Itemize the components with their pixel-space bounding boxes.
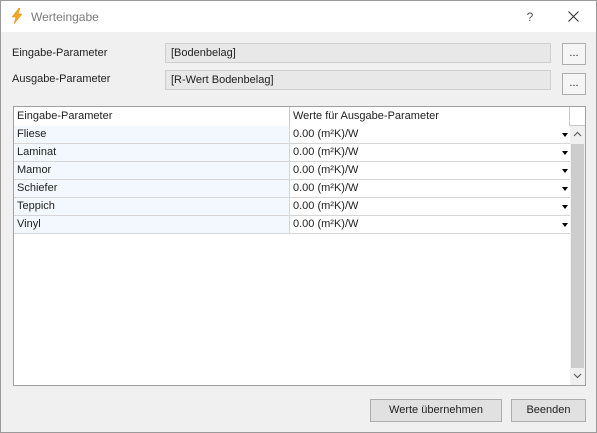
dropdown-arrow-icon[interactable] (562, 133, 568, 137)
table-row: Fliese 0.00 (m²K)/W (14, 126, 570, 144)
value-text: 0.00 (m²K)/W (293, 218, 359, 230)
header-corner (570, 107, 585, 126)
werteingabe-dialog: Werteingabe ? Eingabe-Parameter [Bodenbe… (0, 0, 597, 433)
dropdown-arrow-icon[interactable] (562, 223, 568, 227)
dropdown-arrow-icon[interactable] (562, 187, 568, 191)
input-cell[interactable]: Mamor (14, 162, 290, 180)
quit-button[interactable]: Beenden (511, 399, 586, 422)
scroll-up-button[interactable] (570, 126, 585, 143)
value-dropdown[interactable]: 0.00 (m²K)/W (290, 198, 570, 216)
value-dropdown[interactable]: 0.00 (m²K)/W (290, 144, 570, 162)
table-row: Laminat 0.00 (m²K)/W (14, 144, 570, 162)
lightning-icon (9, 7, 25, 25)
title-bar[interactable]: Werteingabe ? (1, 1, 596, 32)
values-grid[interactable]: Eingabe-Parameter Werte für Ausgabe-Para… (13, 106, 586, 386)
scroll-thumb[interactable] (571, 144, 584, 368)
value-dropdown[interactable]: 0.00 (m²K)/W (290, 126, 570, 144)
input-cell[interactable]: Vinyl (14, 216, 290, 234)
input-cell[interactable]: Laminat (14, 144, 290, 162)
column-header-input[interactable]: Eingabe-Parameter (14, 107, 290, 126)
grid-header: Eingabe-Parameter Werte für Ausgabe-Para… (14, 107, 570, 127)
chevron-down-icon (573, 373, 582, 379)
input-cell[interactable]: Schiefer (14, 180, 290, 198)
close-icon (567, 11, 579, 22)
table-row: Mamor 0.00 (m²K)/W (14, 162, 570, 180)
help-button[interactable]: ? (520, 7, 540, 27)
close-button[interactable] (563, 7, 583, 27)
input-param-field: [Bodenbelag] (165, 43, 551, 63)
table-row: Vinyl 0.00 (m²K)/W (14, 216, 570, 234)
apply-values-button[interactable]: Werte übernehmen (370, 399, 502, 422)
table-row: Schiefer 0.00 (m²K)/W (14, 180, 570, 198)
output-param-label: Ausgabe-Parameter (12, 73, 111, 85)
value-dropdown[interactable]: 0.00 (m²K)/W (290, 216, 570, 234)
dropdown-arrow-icon[interactable] (562, 151, 568, 155)
column-header-values[interactable]: Werte für Ausgabe-Parameter (290, 107, 570, 126)
value-dropdown[interactable]: 0.00 (m²K)/W (290, 180, 570, 198)
chevron-up-icon (573, 131, 582, 137)
input-param-browse-button[interactable]: ... (562, 43, 586, 65)
value-text: 0.00 (m²K)/W (293, 128, 359, 140)
value-text: 0.00 (m²K)/W (293, 164, 359, 176)
input-cell[interactable]: Teppich (14, 198, 290, 216)
output-param-browse-button[interactable]: ... (562, 73, 586, 95)
scroll-down-button[interactable] (570, 368, 585, 385)
value-text: 0.00 (m²K)/W (293, 200, 359, 212)
input-cell[interactable]: Fliese (14, 126, 290, 144)
window-title: Werteingabe (31, 10, 99, 24)
dropdown-arrow-icon[interactable] (562, 205, 568, 209)
input-param-label: Eingabe-Parameter (12, 47, 108, 59)
output-param-field: [R-Wert Bodenbelag] (165, 70, 551, 90)
vertical-scrollbar[interactable] (570, 126, 585, 385)
value-text: 0.00 (m²K)/W (293, 146, 359, 158)
dropdown-arrow-icon[interactable] (562, 169, 568, 173)
value-dropdown[interactable]: 0.00 (m²K)/W (290, 162, 570, 180)
value-text: 0.00 (m²K)/W (293, 182, 359, 194)
table-row: Teppich 0.00 (m²K)/W (14, 198, 570, 216)
